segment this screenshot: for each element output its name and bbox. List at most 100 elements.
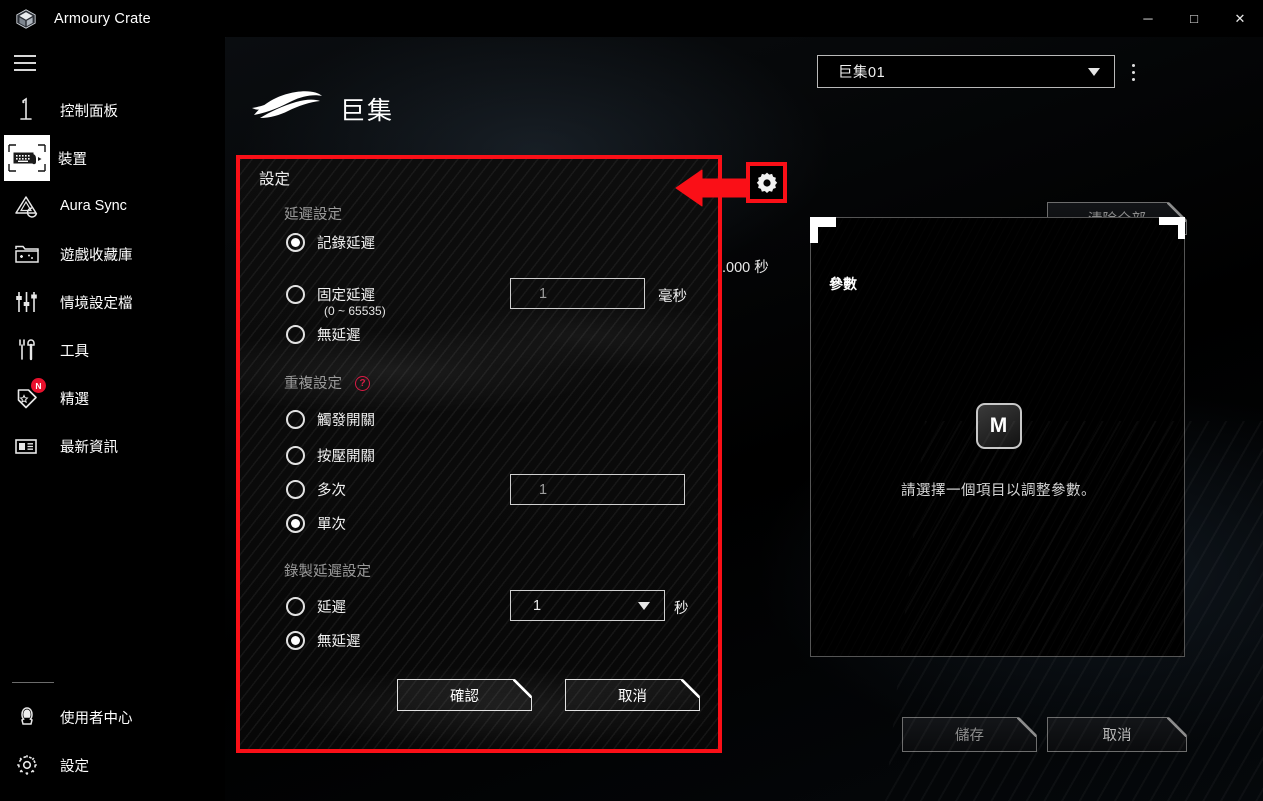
settings-gear-icon: [2, 741, 52, 789]
button-corner-notch: [681, 680, 699, 698]
panel-cancel-label: 取消: [1102, 728, 1132, 744]
panel-cancel-button[interactable]: 取消: [1047, 717, 1187, 752]
content-header: 巨集 巨集01: [225, 37, 1263, 137]
radio-label: 延遲: [317, 600, 346, 616]
radio-single-time[interactable]: 單次: [286, 513, 346, 534]
sidebar-item-news[interactable]: 最新資訊: [0, 422, 225, 470]
radio-label: 無延遲: [317, 328, 361, 344]
sidebar-item-device[interactable]: 裝置: [0, 134, 225, 182]
dialog-cancel-label: 取消: [618, 688, 647, 705]
parameters-empty-text: 請選擇一個項目以調整參數。: [901, 483, 1096, 499]
button-corner-notch: [513, 680, 531, 698]
sidebar-item-label: 遊戲收藏庫: [60, 247, 133, 264]
radio-indicator: [286, 631, 305, 650]
radio-label: 無延遲: [317, 634, 361, 650]
radio-multiple-times[interactable]: 多次: [286, 479, 346, 500]
sidebar-item-aura-sync[interactable]: Aura Sync: [0, 182, 225, 230]
minimize-button[interactable]: ─: [1125, 0, 1171, 37]
save-button[interactable]: 儲存: [902, 717, 1037, 752]
fixed-delay-input[interactable]: 1: [510, 278, 645, 309]
radio-indicator: [286, 480, 305, 499]
sidebar-item-scenario-profile[interactable]: 情境設定檔: [0, 278, 225, 326]
fixed-delay-unit-label: 毫秒: [658, 289, 687, 305]
gear-settings-button-highlight[interactable]: [746, 162, 787, 203]
macro-key-icon: M: [975, 403, 1022, 449]
sidebar-item-label: 工具: [60, 343, 89, 360]
button-corner-notch: [1017, 718, 1036, 737]
dialog-cancel-button[interactable]: 取消: [565, 679, 700, 711]
page-title: 巨集: [340, 97, 395, 125]
panel-corner-accent: [1178, 217, 1185, 239]
more-vertical-icon[interactable]: [1123, 59, 1143, 85]
game-library-icon: [2, 230, 52, 278]
save-button-label: 儲存: [955, 728, 984, 744]
repeat-count-input-value: 1: [539, 481, 548, 498]
profile-dropdown-value: 巨集01: [838, 65, 886, 81]
radio-indicator: [286, 410, 305, 429]
radio-fixed-delay[interactable]: 固定延遲: [286, 284, 375, 305]
fixed-delay-input-value: 1: [539, 285, 548, 302]
sidebar-bottom-nav: 使用者中心 設定: [0, 682, 225, 789]
dialog-confirm-button[interactable]: 確認: [397, 679, 532, 711]
record-delay-unit-label: 秒: [674, 601, 689, 617]
sidebar-item-label: 控制面板: [60, 103, 118, 120]
settings-gear-icon: [756, 172, 777, 193]
sidebar-item-label: 情境設定檔: [60, 295, 133, 312]
radio-indicator: [286, 514, 305, 533]
radio-label: 多次: [317, 483, 346, 499]
radio-no-delay[interactable]: 無延遲: [286, 324, 361, 345]
chevron-down-icon: [1088, 67, 1100, 76]
profile-dropdown[interactable]: 巨集01: [817, 55, 1115, 88]
sidebar-item-label: 裝置: [58, 151, 87, 168]
record-delay-select[interactable]: 1: [510, 590, 665, 621]
dashboard-icon: [2, 86, 52, 134]
sidebar-item-dashboard[interactable]: 控制面板: [0, 86, 225, 134]
settings-dialog: 設定 延遲設定 記錄延遲 固定延遲 (0 ~ 65535) 無延遲 1 毫秒 重…: [240, 159, 718, 749]
sidebar-item-label: 設定: [60, 758, 89, 775]
fixed-delay-range-hint: (0 ~ 65535): [324, 304, 386, 318]
sidebar-item-label: 最新資訊: [60, 439, 118, 456]
hamburger-icon[interactable]: [12, 50, 38, 76]
app-window: Armoury Crate ─ □ ✕ 控制面板 裝置 Aura Sync 遊戲…: [0, 0, 1263, 801]
radio-press-switch[interactable]: 按壓開關: [286, 445, 375, 466]
radio-label: 記錄延遲: [317, 236, 375, 252]
panel-corner-accent: [810, 217, 818, 243]
window-controls: ─ □ ✕: [1125, 0, 1263, 37]
repeat-group-label-text: 重複設定: [284, 376, 342, 392]
radio-label: 按壓開關: [317, 449, 375, 465]
radio-indicator: [286, 233, 305, 252]
sidebar-item-label: 精選: [60, 391, 89, 408]
sidebar: 控制面板 裝置 Aura Sync 遊戲收藏庫 情境設定檔 工具 N 精選 最新…: [0, 37, 225, 801]
radio-record-delay-on[interactable]: 延遲: [286, 596, 346, 617]
record-delay-group-label: 錄製延遲設定: [284, 564, 371, 580]
help-question-icon[interactable]: ?: [355, 376, 371, 391]
radio-label: 單次: [317, 517, 346, 533]
radio-toggle-switch[interactable]: 觸發開關: [286, 409, 375, 430]
dialog-confirm-label: 確認: [450, 688, 479, 705]
parameters-empty-state: M 請選擇一個項目以調整參數。: [811, 403, 1186, 500]
parameters-panel: 參數 M 請選擇一個項目以調整參數。: [810, 217, 1185, 657]
armoury-crate-logo-icon: [8, 0, 44, 37]
aura-sync-icon: [2, 182, 52, 230]
maximize-button[interactable]: □: [1171, 0, 1217, 37]
user-center-icon: [2, 693, 52, 741]
radio-indicator: [286, 285, 305, 304]
close-button[interactable]: ✕: [1217, 0, 1263, 37]
sidebar-item-user-center[interactable]: 使用者中心: [0, 693, 225, 741]
button-corner-notch: [1167, 718, 1186, 737]
sidebar-item-label: 使用者中心: [60, 710, 133, 727]
sidebar-item-featured[interactable]: N 精選: [0, 374, 225, 422]
radio-record-no-delay[interactable]: 無延遲: [286, 630, 361, 651]
radio-indicator: [286, 597, 305, 616]
sidebar-item-tools[interactable]: 工具: [0, 326, 225, 374]
record-delay-select-value: 1: [533, 597, 542, 614]
sidebar-item-settings[interactable]: 設定: [0, 741, 225, 789]
sidebar-item-label: Aura Sync: [60, 198, 127, 214]
repeat-count-input[interactable]: 1: [510, 474, 685, 505]
sidebar-item-game-library[interactable]: 遊戲收藏庫: [0, 230, 225, 278]
scenario-profile-icon: [2, 278, 52, 326]
settings-dialog-title: 設定: [259, 171, 291, 188]
device-icon: [4, 135, 50, 181]
sidebar-nav-list: 控制面板 裝置 Aura Sync 遊戲收藏庫 情境設定檔 工具 N 精選 最新…: [0, 86, 225, 470]
radio-record-delay[interactable]: 記錄延遲: [286, 232, 375, 253]
